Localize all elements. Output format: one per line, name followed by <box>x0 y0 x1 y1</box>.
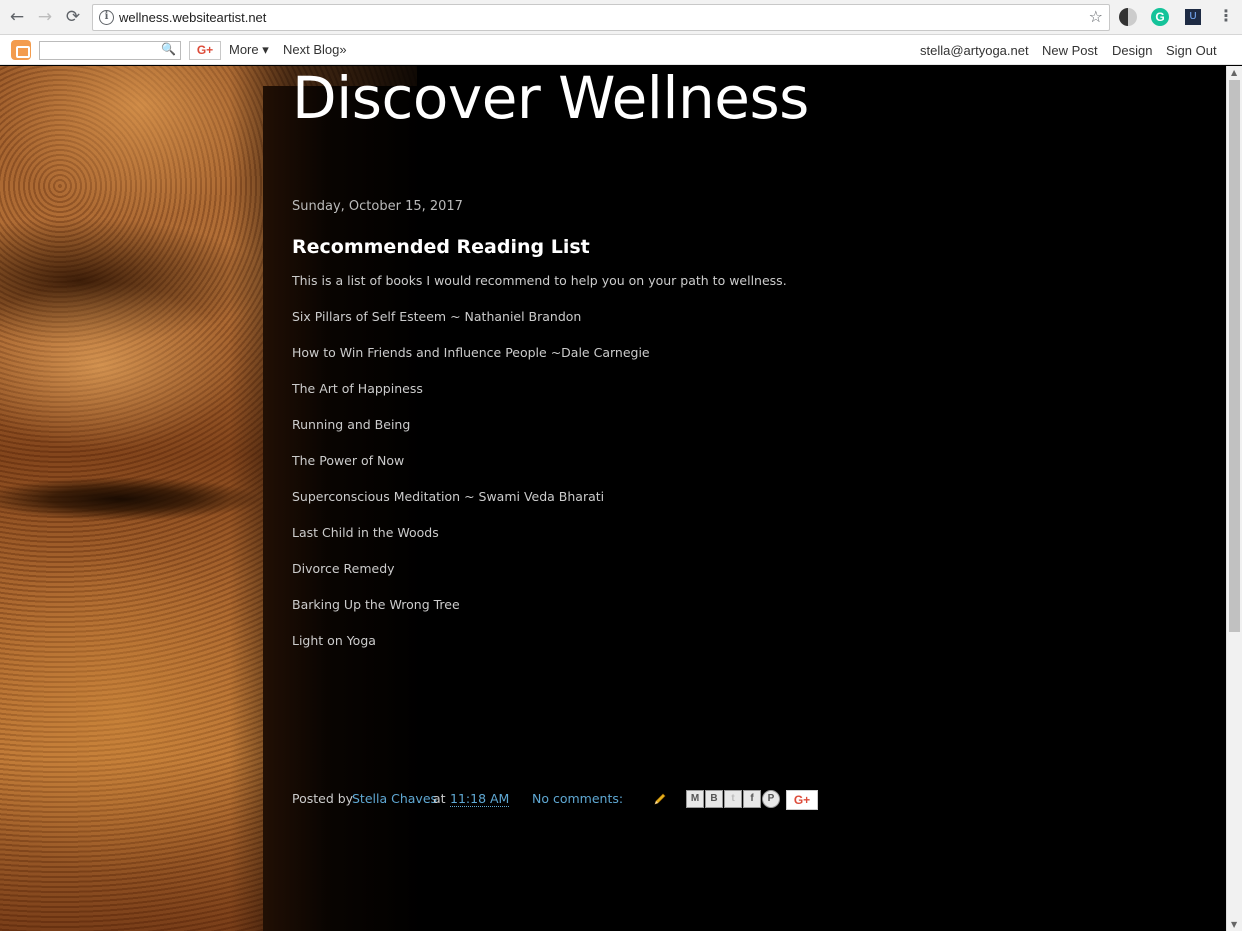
vertical-scrollbar[interactable]: ▲ ▼ <box>1226 66 1242 931</box>
blog-search-input[interactable]: 🔍 <box>39 41 181 60</box>
post-date: Sunday, October 15, 2017 <box>292 199 463 214</box>
bookmark-star-icon[interactable]: ☆ <box>1089 7 1103 26</box>
edit-pencil-icon[interactable] <box>653 792 667 806</box>
list-item: Running and Being <box>292 417 411 432</box>
list-item: Barking Up the Wrong Tree <box>292 597 460 612</box>
browser-toolbar: ← → ⟳ i wellness.websiteartist.net ☆ G U… <box>0 0 1242 35</box>
list-item: The Art of Happiness <box>292 381 423 396</box>
more-menu[interactable]: More ▾ <box>229 42 269 58</box>
list-item: Light on Yoga <box>292 633 376 648</box>
timestamp-link[interactable]: 11:18 AM <box>450 791 510 807</box>
post-title[interactable]: Recommended Reading List <box>292 236 590 258</box>
post-footer: Posted by Stella Chaves at 11:18 AM No c… <box>292 790 832 812</box>
browser-menu-icon[interactable]: ⋮ <box>1218 7 1234 25</box>
contrast-extension-icon[interactable] <box>1119 8 1137 26</box>
new-post-link[interactable]: New Post <box>1042 43 1098 58</box>
list-item: Six Pillars of Self Esteem ~ Nathaniel B… <box>292 309 582 324</box>
reload-icon[interactable]: ⟳ <box>62 6 84 28</box>
forward-icon[interactable]: → <box>34 6 56 28</box>
email-share-icon[interactable]: M <box>686 790 704 808</box>
scrollbar-thumb[interactable] <box>1229 80 1240 632</box>
gplus-share-button[interactable]: G+ <box>189 41 221 60</box>
scroll-up-arrow-icon[interactable]: ▲ <box>1231 68 1237 77</box>
next-blog-link[interactable]: Next Blog» <box>283 42 347 57</box>
posted-by-label: Posted by <box>292 791 354 806</box>
user-email[interactable]: stella@artyoga.net <box>920 43 1029 58</box>
at-label: at <box>433 791 446 806</box>
list-item: How to Win Friends and Influence People … <box>292 345 650 360</box>
author-link[interactable]: Stella Chaves <box>352 791 437 806</box>
search-icon[interactable]: 🔍 <box>161 42 176 56</box>
address-bar[interactable]: i wellness.websiteartist.net ☆ <box>92 4 1110 31</box>
twitter-share-icon[interactable]: t <box>724 790 742 808</box>
sign-out-link[interactable]: Sign Out <box>1166 43 1217 58</box>
blogger-logo-icon[interactable] <box>11 40 31 60</box>
pinterest-share-icon[interactable]: P <box>762 790 780 808</box>
extension-icon[interactable]: U <box>1185 9 1201 25</box>
list-item: Last Child in the Woods <box>292 525 439 540</box>
comments-link[interactable]: No comments: <box>532 791 623 806</box>
blog-title[interactable]: Discover Wellness <box>292 64 809 132</box>
list-item: The Power of Now <box>292 453 405 468</box>
gplus-button[interactable]: G+ <box>786 790 818 810</box>
list-item: Superconscious Meditation ~ Swami Veda B… <box>292 489 605 504</box>
info-icon[interactable]: i <box>99 10 114 25</box>
url-text[interactable]: wellness.websiteartist.net <box>119 10 266 25</box>
back-icon[interactable]: ← <box>6 6 28 28</box>
post-intro: This is a list of books I would recommen… <box>292 273 787 288</box>
blogthis-share-icon[interactable]: B <box>705 790 723 808</box>
blogger-navbar: 🔍 G+ More ▾ Next Blog» stella@artyoga.ne… <box>0 35 1242 65</box>
scroll-down-arrow-icon[interactable]: ▼ <box>1231 920 1237 929</box>
grammarly-extension-icon[interactable]: G <box>1151 8 1169 26</box>
book-list: Six Pillars of Self Esteem ~ Nathaniel B… <box>292 309 650 669</box>
facebook-share-icon[interactable]: f <box>743 790 761 808</box>
design-link[interactable]: Design <box>1112 43 1152 58</box>
list-item: Divorce Remedy <box>292 561 395 576</box>
